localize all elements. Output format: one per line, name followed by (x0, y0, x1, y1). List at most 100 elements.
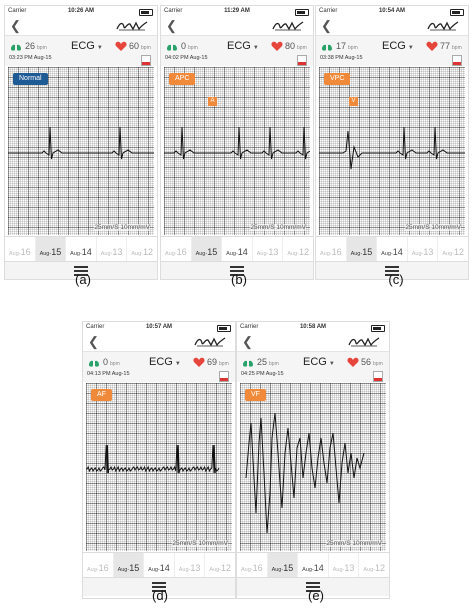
brand-logo (116, 21, 148, 31)
date-tab-aug-14[interactable]: Aug- 14 (143, 553, 174, 578)
nav-bar: ❮ (237, 333, 389, 351)
clock-label: 10:26 AM (67, 8, 95, 14)
rhythm-tag: VF (245, 389, 266, 401)
mode-dropdown[interactable]: ECG ▼ (303, 356, 335, 368)
figure-caption: (c) (388, 272, 404, 287)
date-tab-day: 13 (112, 247, 123, 257)
date-tab-aug-14[interactable]: Aug- 14 (376, 237, 407, 262)
pdf-export-icon[interactable] (373, 371, 383, 382)
vitals-bar: 26 bpm ECG ▼ 60 bpm 03:23 PM Aug-15 (5, 35, 157, 66)
battery-icon (371, 325, 385, 332)
back-chevron-icon[interactable]: ❮ (10, 18, 21, 34)
back-chevron-icon[interactable]: ❮ (242, 334, 253, 350)
date-selector: Aug- 16 Aug- 15 Aug- 14 Aug- 13 Aug- 12 (5, 236, 157, 262)
date-tab-day: 12 (220, 563, 231, 573)
date-tab-aug-12[interactable]: Aug- 12 (282, 237, 313, 262)
nav-bar: ❮ (161, 17, 313, 35)
date-tab-aug-12[interactable]: Aug- 12 (204, 553, 235, 578)
ecg-grid: VPC V 25mm/S 10mm/mV (319, 67, 465, 235)
date-tab-aug-13[interactable]: Aug- 13 (173, 553, 205, 578)
status-bar: Carrier 10:26 AM (5, 6, 157, 17)
date-selector: Aug- 16 Aug- 15 Aug- 14 Aug- 13 Aug- 12 (316, 236, 468, 262)
recording-datetime: 04:02 PM Aug-15 (165, 55, 208, 61)
date-tab-aug-15[interactable]: Aug- 15 (190, 237, 222, 262)
date-tab-month: Aug- (442, 251, 454, 257)
date-tab-aug-15[interactable]: Aug- 15 (345, 237, 377, 262)
date-tab-month: Aug- (256, 251, 269, 257)
recording-datetime: 03:23 PM Aug-15 (9, 55, 52, 61)
date-tab-aug-16[interactable]: Aug- 16 (83, 553, 113, 578)
date-tab-month: Aug- (411, 251, 424, 257)
date-tab-month: Aug- (226, 251, 238, 257)
heart-rate: 56 bpm (361, 357, 383, 367)
date-tab-aug-16[interactable]: Aug- 16 (237, 553, 267, 578)
vitals-bar: 0 bpm ECG ▼ 69 bpm 04:13 PM Aug-15 (83, 351, 235, 382)
ecg-grid: AF 25mm/S 10mm/mV (86, 383, 232, 551)
date-tab-day: 13 (190, 563, 201, 573)
lung-icon (167, 42, 177, 51)
phone-screen: Carrier 10:57 AM ❮ 0 bpm ECG ▼ 69 bpm 04:13… (83, 322, 235, 598)
date-tab-day: 16 (252, 563, 263, 573)
nav-bar: ❮ (83, 333, 235, 351)
date-tab-day: 14 (81, 247, 92, 257)
date-tab-month: Aug- (70, 251, 82, 257)
date-tab-month: Aug- (381, 251, 393, 257)
date-tab-month: Aug- (148, 567, 160, 573)
pdf-export-icon[interactable] (452, 55, 462, 66)
date-tab-aug-14[interactable]: Aug- 14 (221, 237, 252, 262)
date-tab-aug-13[interactable]: Aug- 13 (95, 237, 127, 262)
date-tab-month: Aug- (131, 251, 143, 257)
date-tab-month: Aug- (240, 567, 253, 573)
vitals-bar: 0 bpm ECG ▼ 80 bpm 04:02 PM Aug-15 (161, 35, 313, 66)
date-tab-aug-16[interactable]: Aug- 16 (316, 237, 346, 262)
date-tab-day: 14 (392, 247, 403, 257)
date-tab-aug-13[interactable]: Aug- 13 (251, 237, 283, 262)
rhythm-tag: Normal (13, 73, 48, 85)
status-bar: Carrier 10:54 AM (316, 6, 468, 17)
date-selector: Aug- 16 Aug- 15 Aug- 14 Aug- 13 Aug- 12 (161, 236, 313, 262)
back-chevron-icon[interactable]: ❮ (166, 18, 177, 34)
date-tab-day: 15 (362, 247, 373, 257)
date-tab-aug-16[interactable]: Aug- 16 (5, 237, 35, 262)
date-tab-month: Aug- (287, 251, 299, 257)
mode-dropdown[interactable]: ECG ▼ (227, 40, 259, 52)
battery-icon (139, 9, 153, 16)
date-tab-aug-12[interactable]: Aug- 12 (358, 553, 389, 578)
beat-marker: V (349, 97, 358, 106)
pdf-export-icon[interactable] (219, 371, 229, 382)
brand-logo (272, 21, 304, 31)
date-tab-aug-12[interactable]: Aug- 12 (437, 237, 468, 262)
pdf-export-icon[interactable] (141, 55, 151, 66)
respiration-rate: 0 bpm (181, 41, 198, 51)
battery-icon (450, 9, 464, 16)
back-chevron-icon[interactable]: ❮ (321, 18, 332, 34)
date-tab-aug-14[interactable]: Aug- 14 (297, 553, 328, 578)
date-tab-aug-14[interactable]: Aug- 14 (65, 237, 96, 262)
date-tab-month: Aug- (271, 567, 284, 573)
mode-dropdown[interactable]: ECG ▼ (71, 40, 103, 52)
mode-dropdown[interactable]: ECG ▼ (149, 356, 181, 368)
date-tab-day: 15 (51, 247, 62, 257)
ecg-trace (319, 126, 465, 170)
date-tab-aug-12[interactable]: Aug- 12 (126, 237, 157, 262)
date-tab-aug-13[interactable]: Aug- 13 (406, 237, 438, 262)
phone-screen: Carrier 10:26 AM ❮ 26 bpm ECG ▼ 60 bpm 03:2… (5, 6, 157, 279)
date-tab-aug-15[interactable]: Aug- 15 (112, 553, 144, 578)
date-tab-aug-15[interactable]: Aug- 15 (266, 553, 298, 578)
heart-icon (271, 41, 283, 51)
ecg-grid: APC A 25mm/S 10mm/mV (164, 67, 310, 235)
pdf-export-icon[interactable] (297, 55, 307, 66)
date-tab-month: Aug- (332, 567, 345, 573)
back-chevron-icon[interactable]: ❮ (88, 334, 99, 350)
date-tab-month: Aug- (195, 251, 208, 257)
brand-logo (348, 337, 380, 347)
vitals-bar: 17 bpm ECG ▼ 77 bpm 03:38 PM Aug-15 (316, 35, 468, 66)
mode-dropdown[interactable]: ECG ▼ (382, 40, 414, 52)
vitals-bar: 25 bpm ECG ▼ 56 bpm 04:25 PM Aug-15 (237, 351, 389, 382)
date-tab-month: Aug- (350, 251, 363, 257)
date-tab-aug-13[interactable]: Aug- 13 (327, 553, 359, 578)
date-tab-aug-16[interactable]: Aug- 16 (161, 237, 191, 262)
heart-icon (426, 41, 438, 51)
date-tab-month: Aug- (209, 567, 221, 573)
date-tab-aug-15[interactable]: Aug- 15 (34, 237, 66, 262)
